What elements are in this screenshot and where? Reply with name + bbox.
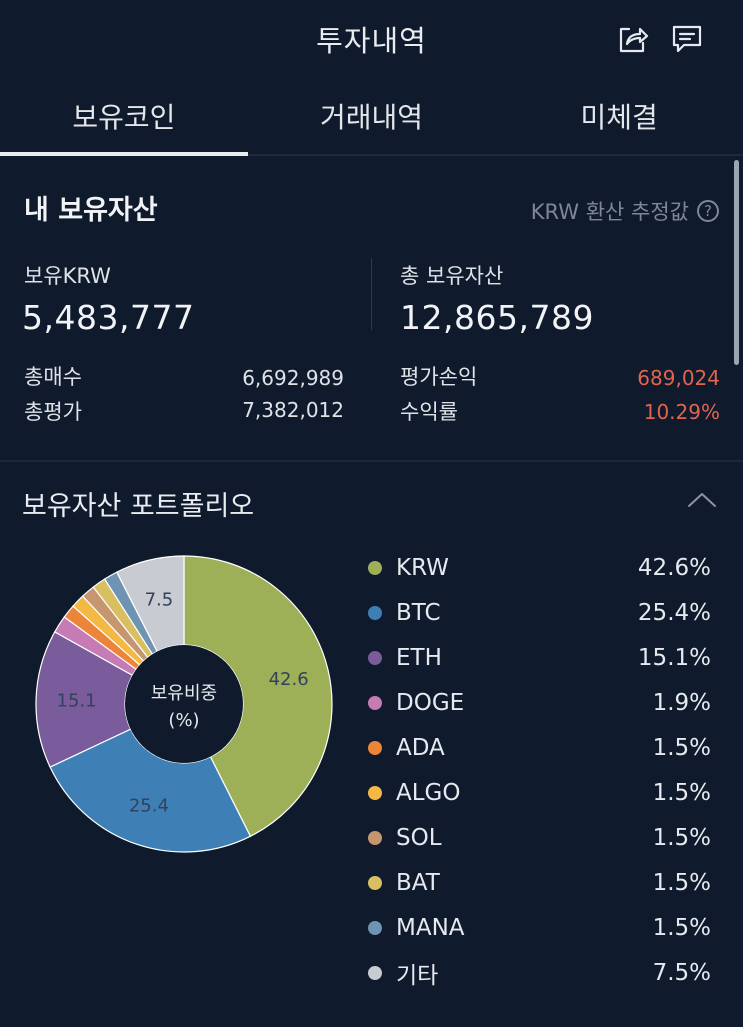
legend-name: BTC: [396, 599, 441, 626]
legend-item-btc: BTC 25.4%: [366, 590, 711, 635]
legend-name: DOGE: [396, 689, 465, 716]
legend-dot: [368, 650, 382, 665]
legend-percent: 1.5%: [652, 869, 711, 896]
legend-percent: 42.6%: [637, 554, 711, 581]
legend-item-algo: ALGO 1.5%: [366, 770, 711, 815]
roi-value: 10.29%: [643, 400, 720, 424]
legend-name: MANA: [396, 914, 465, 941]
legend-item-doge: DOGE 1.9%: [366, 680, 711, 725]
krw-value: 5,483,777: [22, 298, 195, 337]
portfolio-donut-chart: 42.6 25.4 15.1 7.5 보유비중 (%): [35, 555, 333, 853]
legend-percent: 7.5%: [652, 959, 711, 986]
tab-holdings[interactable]: 보유코인: [0, 78, 248, 156]
slice-label-krw: 42.6: [269, 669, 309, 690]
comment-icon[interactable]: [668, 20, 706, 58]
legend-dot: [368, 560, 382, 575]
legend-percent: 1.5%: [652, 914, 711, 941]
portfolio-title: 보유자산 포트폴리오: [22, 491, 255, 522]
legend-name: BAT: [396, 869, 440, 896]
pnl-label: 평가손익: [400, 365, 478, 389]
section-divider: [0, 460, 743, 462]
donut-center-unit: (%): [168, 710, 199, 731]
total-eval-label: 총평가: [24, 400, 82, 424]
tab-bar: 보유코인 거래내역 미체결: [0, 78, 743, 156]
legend-name: SOL: [396, 824, 442, 851]
scrollbar[interactable]: [734, 160, 739, 365]
estimate-label: KRW 환산 추정값: [530, 200, 689, 224]
total-buy-value: 6,692,989: [242, 366, 344, 390]
legend-item-krw: KRW 42.6%: [366, 545, 711, 590]
help-icon[interactable]: ?: [697, 200, 719, 222]
slice-label-eth: 15.1: [57, 690, 97, 711]
legend-dot: [368, 965, 382, 980]
share-icon[interactable]: [614, 20, 652, 58]
legend-dot: [368, 605, 382, 620]
legend-dot: [368, 830, 382, 845]
chevron-up-icon[interactable]: [687, 490, 717, 510]
pnl-value: 689,024: [637, 366, 720, 390]
legend-percent: 1.5%: [652, 824, 711, 851]
legend-item-bat: BAT 1.5%: [366, 860, 711, 905]
slice-label-기타: 7.5: [145, 589, 174, 610]
legend-name: 기타: [396, 962, 439, 989]
krw-estimate-note[interactable]: KRW 환산 추정값 ?: [531, 196, 719, 226]
legend-item-eth: ETH 15.1%: [366, 635, 711, 680]
legend-item-ada: ADA 1.5%: [366, 725, 711, 770]
legend-dot: [368, 875, 382, 890]
legend-percent: 1.5%: [652, 734, 711, 761]
krw-label: 보유KRW: [24, 264, 111, 288]
legend-percent: 15.1%: [637, 644, 711, 671]
legend-name: KRW: [396, 554, 449, 581]
legend-percent: 1.9%: [652, 689, 711, 716]
legend-item-sol: SOL 1.5%: [366, 815, 711, 860]
legend-dot: [368, 740, 382, 755]
legend-name: ALGO: [396, 779, 461, 806]
tab-history[interactable]: 거래내역: [248, 78, 496, 154]
total-buy-label: 총매수: [24, 365, 82, 389]
legend-name: ETH: [396, 644, 442, 671]
legend-dot: [368, 785, 382, 800]
roi-label: 수익률: [400, 400, 458, 424]
portfolio-legend: KRW 42.6% BTC 25.4% ETH 15.1% DOGE 1.9% ADA 1.5% A…: [366, 545, 711, 995]
donut-center-label: 보유비중: [151, 683, 217, 704]
tab-open-orders[interactable]: 미체결: [495, 78, 743, 154]
total-eval-value: 7,382,012: [242, 398, 344, 422]
legend-dot: [368, 920, 382, 935]
legend-item-mana: MANA 1.5%: [366, 905, 711, 950]
page-title: 투자내역: [316, 24, 427, 58]
legend-percent: 1.5%: [652, 779, 711, 806]
legend-dot: [368, 695, 382, 710]
legend-name: ADA: [396, 734, 445, 761]
slice-label-btc: 25.4: [129, 796, 169, 817]
legend-percent: 25.4%: [637, 599, 711, 626]
total-assets-value: 12,865,789: [400, 298, 594, 337]
legend-item-기타: 기타 7.5%: [366, 950, 711, 995]
total-assets-label: 총 보유자산: [400, 264, 504, 288]
donut-hole: [125, 645, 243, 763]
divider: [371, 258, 372, 330]
assets-title: 내 보유자산: [24, 195, 158, 226]
